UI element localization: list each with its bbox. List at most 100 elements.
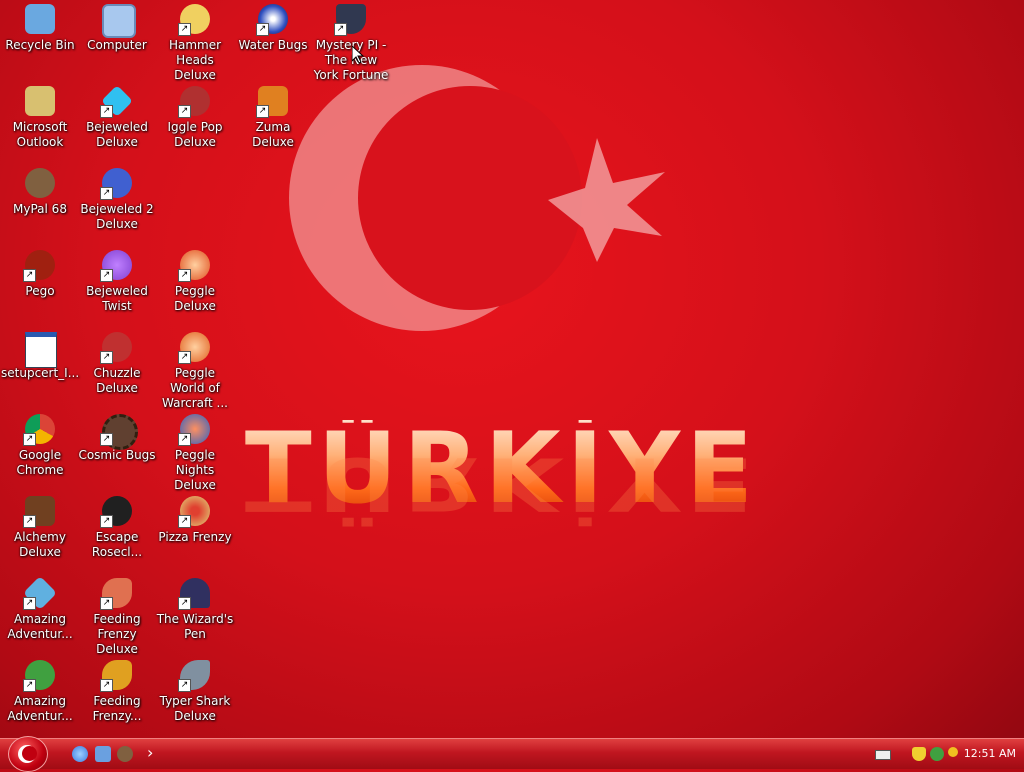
desktop-icon-label: Feeding Frenzy Deluxe xyxy=(93,612,141,656)
clock[interactable]: 12:51 AM xyxy=(964,747,1016,760)
desktop-icon-recycle-bin[interactable]: Recycle Bin xyxy=(1,2,79,53)
desktop-icon-pizza-frenzy[interactable]: ↗ Pizza Frenzy xyxy=(156,494,234,545)
desktop-icon-bejeweled-2-deluxe[interactable]: ↗ Bejeweled 2 Deluxe xyxy=(78,166,156,232)
shortcut-arrow-icon: ↗ xyxy=(256,105,269,118)
shortcut-arrow-icon: ↗ xyxy=(178,23,191,36)
desktop-icon-computer[interactable]: Computer xyxy=(78,2,156,53)
desktop-icon-iggle-pop-deluxe[interactable]: ↗ Iggle Pop Deluxe xyxy=(156,84,234,150)
shortcut-arrow-icon: ↗ xyxy=(23,515,36,528)
desktop-icon-label: The Wizard's Pen xyxy=(156,612,234,641)
desktop-icon-label: Iggle Pop Deluxe xyxy=(167,120,223,149)
shortcut-arrow-icon: ↗ xyxy=(100,433,113,446)
desktop-icon-amazing-adventures[interactable]: ↗ Amazing Adventur... xyxy=(1,576,79,642)
desktop-icon-bejeweled-twist[interactable]: ↗ Bejeweled Twist xyxy=(78,248,156,314)
desktop-icon-typer-shark-deluxe[interactable]: ↗ Typer Shark Deluxe xyxy=(156,658,234,724)
desktop-icon-label: Peggle Nights Deluxe xyxy=(174,448,216,492)
desktop-icon-setupcert[interactable]: setupcert_I... xyxy=(1,330,79,381)
desktop-icon-label: Microsoft Outlook xyxy=(12,120,68,149)
desktop-icon-label: Recycle Bin xyxy=(5,38,75,52)
desktop-icon-label: setupcert_I... xyxy=(1,366,80,380)
desktop-icon-label: Amazing Adventur... xyxy=(7,612,73,641)
shortcut-arrow-icon: ↗ xyxy=(178,679,191,692)
shortcut-arrow-icon: ↗ xyxy=(100,597,113,610)
desktop-icon-label: Google Chrome xyxy=(16,448,64,477)
shortcut-arrow-icon: ↗ xyxy=(23,433,36,446)
shortcut-arrow-icon: ↗ xyxy=(334,23,347,36)
desktop-icon-label: Escape Rosecl... xyxy=(91,530,143,559)
shortcut-arrow-icon: ↗ xyxy=(178,105,191,118)
desktop-icon-amazing-adventures-2[interactable]: ↗ Amazing Adventur... xyxy=(1,658,79,724)
desktop-icon-bejeweled-deluxe[interactable]: ↗ Bejeweled Deluxe xyxy=(78,84,156,150)
desktop-icon-label: Pego xyxy=(25,284,55,298)
shortcut-arrow-icon: ↗ xyxy=(23,269,36,282)
desktop-icon-label: Water Bugs xyxy=(238,38,308,52)
desktop-icon-feeding-frenzy-2[interactable]: ↗ Feeding Frenzy... xyxy=(78,658,156,724)
desktop-icon-zuma-deluxe[interactable]: ↗ Zuma Deluxe xyxy=(234,84,312,150)
desktop-icon-alchemy-deluxe[interactable]: ↗ Alchemy Deluxe xyxy=(1,494,79,560)
desktop-icon-label: Alchemy Deluxe xyxy=(14,530,66,559)
desktop-icon-microsoft-outlook[interactable]: Microsoft Outlook xyxy=(1,84,79,150)
desktop-icon-feeding-frenzy-deluxe[interactable]: ↗ Feeding Frenzy Deluxe xyxy=(78,576,156,657)
desktop-icon-label: MyPal 68 xyxy=(13,202,67,216)
keyboard-icon[interactable] xyxy=(875,750,891,760)
setup-window-icon xyxy=(25,332,57,368)
desktop-icon-area: Recycle Bin Microsoft Outlook MyPal 68 ↗… xyxy=(0,0,1024,738)
desktop-icon-label: Feeding Frenzy... xyxy=(92,694,142,723)
desktop-icon-cosmic-bugs[interactable]: ↗ Cosmic Bugs xyxy=(78,412,156,463)
desktop-icon-escape-rosecliff[interactable]: ↗ Escape Rosecl... xyxy=(78,494,156,560)
desktop-icon-chuzzle-deluxe[interactable]: ↗ Chuzzle Deluxe xyxy=(78,330,156,396)
desktop-icon-label: Mystery PI - The New York Fortune xyxy=(313,38,389,82)
desktop-icon-mystery-pi[interactable]: ↗ Mystery PI - The New York Fortune xyxy=(312,2,390,83)
show-desktop-icon[interactable] xyxy=(95,746,111,762)
desktop-icon-google-chrome[interactable]: ↗ Google Chrome xyxy=(1,412,79,478)
desktop-icon-peggle-nights-deluxe[interactable]: ↗ Peggle Nights Deluxe xyxy=(156,412,234,493)
security-shield-icon[interactable] xyxy=(912,747,926,761)
shortcut-arrow-icon: ↗ xyxy=(100,515,113,528)
shortcut-arrow-icon: ↗ xyxy=(178,515,191,528)
desktop-icon-water-bugs[interactable]: ↗ Water Bugs xyxy=(234,2,312,53)
desktop-icon-the-wizards-pen[interactable]: ↗ The Wizard's Pen xyxy=(156,576,234,642)
desktop-icon-peggle-world-of-warcraft[interactable]: ↗ Peggle World of Warcraft ... xyxy=(156,330,234,411)
shortcut-arrow-icon: ↗ xyxy=(100,269,113,282)
desktop-icon-label: Peggle Deluxe xyxy=(174,284,216,313)
quick-launch-expand-button[interactable]: › xyxy=(147,743,153,762)
computer-icon xyxy=(102,4,136,38)
shortcut-arrow-icon: ↗ xyxy=(100,351,113,364)
mypal-quicklaunch-icon[interactable] xyxy=(117,746,133,762)
internet-explorer-icon[interactable] xyxy=(72,746,88,762)
desktop-icon-peggle-deluxe[interactable]: ↗ Peggle Deluxe xyxy=(156,248,234,314)
mouse-cursor-icon xyxy=(352,46,364,64)
desktop-icon-label: Cosmic Bugs xyxy=(78,448,156,462)
taskbar: › 12:51 AM xyxy=(0,736,1024,772)
shortcut-arrow-icon: ↗ xyxy=(100,679,113,692)
shortcut-arrow-icon: ↗ xyxy=(100,105,113,118)
shortcut-arrow-icon: ↗ xyxy=(256,23,269,36)
shortcut-arrow-icon: ↗ xyxy=(178,269,191,282)
desktop-icon-label: Pizza Frenzy xyxy=(158,530,232,544)
outlook-icon xyxy=(25,86,55,116)
start-button[interactable] xyxy=(8,736,48,772)
desktop-icon-label: Bejeweled Twist xyxy=(86,284,148,313)
shortcut-arrow-icon: ↗ xyxy=(178,351,191,364)
shortcut-arrow-icon: ↗ xyxy=(23,597,36,610)
shortcut-arrow-icon: ↗ xyxy=(100,187,113,200)
desktop-icon-label: Typer Shark Deluxe xyxy=(159,694,231,723)
desktop-icon-label: Zuma Deluxe xyxy=(252,120,294,149)
network-icon[interactable] xyxy=(930,747,944,761)
desktop-icon-pego[interactable]: ↗ Pego xyxy=(1,248,79,299)
search-icon[interactable] xyxy=(948,747,958,757)
shortcut-arrow-icon: ↗ xyxy=(178,433,191,446)
desktop-icon-label: Bejeweled 2 Deluxe xyxy=(80,202,154,231)
desktop-icon-mypal-68[interactable]: MyPal 68 xyxy=(1,166,79,217)
desktop-icon-label: Chuzzle Deluxe xyxy=(93,366,141,395)
desktop-icon-label: Hammer Heads Deluxe xyxy=(168,38,222,82)
mypal-icon xyxy=(25,168,55,198)
shortcut-arrow-icon: ↗ xyxy=(23,679,36,692)
desktop-icon-label: Computer xyxy=(87,38,147,52)
desktop-icon-label: Bejeweled Deluxe xyxy=(86,120,148,149)
desktop-icon-label: Amazing Adventur... xyxy=(7,694,73,723)
shortcut-arrow-icon: ↗ xyxy=(178,597,191,610)
recycle-bin-icon xyxy=(25,4,55,34)
desktop-icon-hammer-heads-deluxe[interactable]: ↗ Hammer Heads Deluxe xyxy=(156,2,234,83)
desktop-icon-label: Peggle World of Warcraft ... xyxy=(162,366,228,410)
